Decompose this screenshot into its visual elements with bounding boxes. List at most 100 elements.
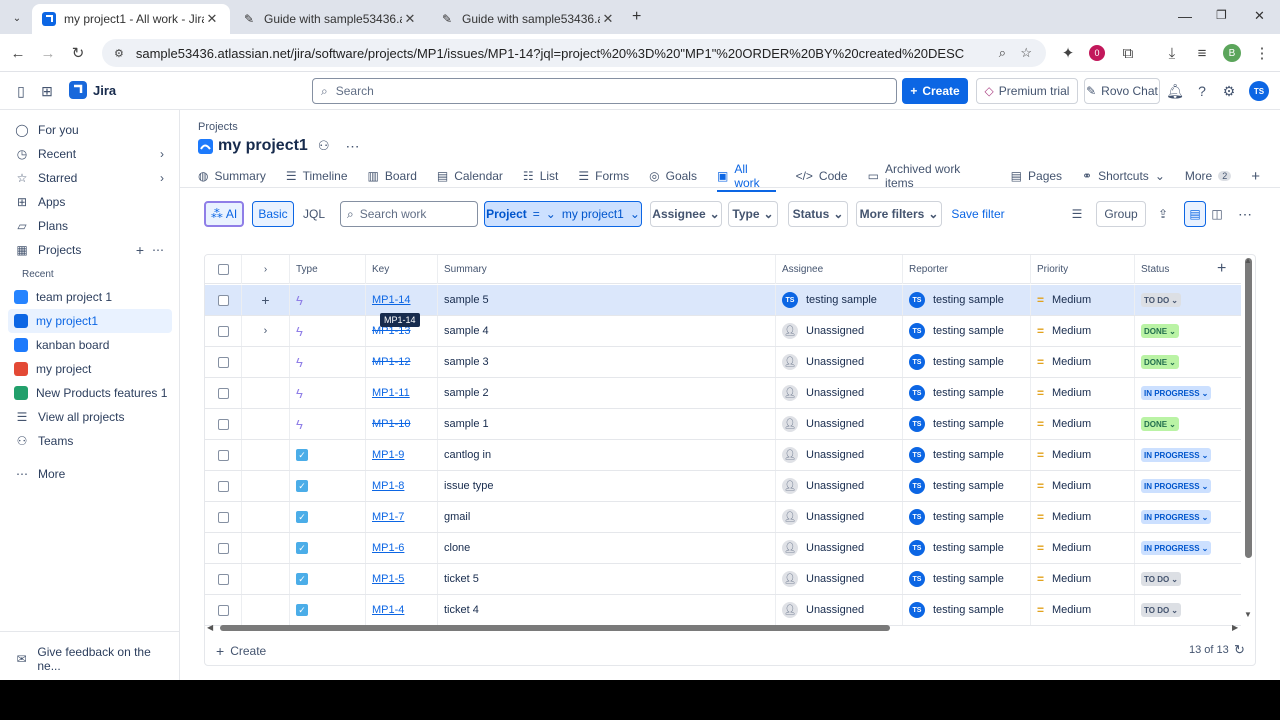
assignee-cell[interactable]: 👤︎ Unassigned: [775, 564, 902, 594]
team-icon[interactable]: ⚇: [318, 138, 330, 154]
reporter-cell[interactable]: TS testing sample: [902, 285, 1030, 315]
summary-cell[interactable]: cantlog in: [437, 440, 775, 470]
scroll-down-icon[interactable]: ▼: [1244, 610, 1252, 619]
priority-cell[interactable]: = Medium: [1030, 347, 1134, 377]
column-header-assignee[interactable]: Assignee: [775, 255, 902, 284]
priority-cell[interactable]: = Medium: [1030, 316, 1134, 346]
column-header-summary[interactable]: Summary: [437, 255, 775, 284]
row-select[interactable]: [205, 347, 241, 377]
priority-cell[interactable]: = Medium: [1030, 502, 1134, 532]
help-icon[interactable]: ?: [1193, 82, 1211, 100]
type-cell[interactable]: ϟ: [289, 347, 365, 377]
select-all-checkbox[interactable]: [205, 255, 241, 284]
priority-cell[interactable]: = Medium: [1030, 595, 1134, 625]
table-row[interactable]: ✓ MP1-5 ticket 5 👤︎ Unassigned TS testing samp…: [205, 564, 1241, 595]
assignee-cell[interactable]: 👤︎ Unassigned: [775, 471, 902, 501]
reporter-cell[interactable]: TS testing sample: [902, 595, 1030, 625]
status-dropdown[interactable]: IN PROGRESS ⌄: [1141, 510, 1212, 524]
type-cell[interactable]: ϟ: [289, 316, 365, 346]
assignee-cell[interactable]: 👤︎ Unassigned: [775, 347, 902, 377]
rovo-chat-button[interactable]: ✎ Rovo Chat: [1084, 78, 1160, 104]
more-actions-icon[interactable]: ⋯: [1234, 201, 1256, 227]
priority-cell[interactable]: = Medium: [1030, 440, 1134, 470]
summary-cell[interactable]: ticket 5: [437, 564, 775, 594]
close-icon[interactable]: ✕: [402, 11, 418, 27]
expand-all-icon[interactable]: ›: [241, 255, 289, 284]
sidebar-project-new-products[interactable]: New Products features 1: [8, 381, 172, 405]
reporter-cell[interactable]: TS testing sample: [902, 440, 1030, 470]
table-row[interactable]: ✓ MP1-9 cantlog in 👤︎ Unassigned TS testing sa…: [205, 440, 1241, 471]
group-button[interactable]: Group: [1096, 201, 1146, 227]
table-row[interactable]: ✓ MP1-8 issue type 👤︎ Unassigned TS testing sa…: [205, 471, 1241, 502]
summary-cell[interactable]: clone: [437, 533, 775, 563]
reporter-cell[interactable]: TS testing sample: [902, 378, 1030, 408]
browser-tab-active[interactable]: my project1 - All work - Jira ✕: [32, 4, 230, 34]
issue-key-link[interactable]: MP1-6: [372, 542, 404, 554]
column-header-type[interactable]: Type: [289, 255, 365, 284]
vertical-scrollbar[interactable]: [1245, 258, 1252, 558]
more-actions-icon[interactable]: ⋯: [345, 138, 359, 155]
add-tab-icon[interactable]: +: [1251, 164, 1260, 188]
sidebar-project-my-project1[interactable]: my project1: [8, 309, 172, 333]
issue-key-link[interactable]: MP1-9: [372, 449, 404, 461]
back-icon[interactable]: ←: [8, 43, 28, 63]
status-dropdown[interactable]: DONE ⌄: [1141, 324, 1179, 338]
download-icon[interactable]: ⤓: [1162, 43, 1182, 63]
forward-icon[interactable]: →: [38, 43, 58, 63]
drag-handle-icon[interactable]: ⠿: [205, 295, 206, 306]
assignee-cell[interactable]: 👤︎ Unassigned: [775, 409, 902, 439]
priority-cell[interactable]: = Medium: [1030, 285, 1134, 315]
tab-board[interactable]: ▥ Board: [368, 164, 417, 188]
url-field[interactable]: ⚙ sample53436.atlassian.net/jira/softwar…: [102, 39, 1046, 67]
tab-shortcuts[interactable]: ⚭ Shortcuts ⌄: [1082, 164, 1165, 188]
sidebar-item-recent[interactable]: ◷ Recent ›: [8, 142, 172, 166]
priority-cell[interactable]: = Medium: [1030, 564, 1134, 594]
sidebar-project-my-project[interactable]: my project: [8, 357, 172, 381]
row-select[interactable]: [205, 378, 241, 408]
add-project-icon[interactable]: +: [136, 242, 144, 258]
row-select[interactable]: [205, 440, 241, 470]
tab-more[interactable]: More 2: [1185, 164, 1232, 188]
ai-button[interactable]: ⁂ AI: [204, 201, 244, 227]
project-filter[interactable]: Project = ⌄ my project1 ⌄: [484, 201, 642, 227]
status-dropdown[interactable]: IN PROGRESS ⌄: [1141, 541, 1212, 555]
add-child-icon[interactable]: +: [261, 292, 269, 308]
extension-icon[interactable]: ✦: [1058, 43, 1078, 63]
column-header-reporter[interactable]: Reporter: [902, 255, 1030, 284]
priority-cell[interactable]: = Medium: [1030, 378, 1134, 408]
type-cell[interactable]: ✓: [289, 595, 365, 625]
tab-list[interactable]: ☷ List: [523, 164, 558, 188]
horizontal-scrollbar[interactable]: [220, 625, 890, 631]
filter-lines-icon[interactable]: ☰: [1066, 201, 1088, 227]
type-cell[interactable]: ✓: [289, 564, 365, 594]
scroll-right-icon[interactable]: ▶: [1232, 623, 1238, 632]
refresh-icon[interactable]: ↻: [1234, 642, 1245, 658]
window-close-icon[interactable]: ✕: [1254, 8, 1265, 24]
table-row[interactable]: ✓ MP1-4 ticket 4 👤︎ Unassigned TS testing samp…: [205, 595, 1241, 626]
sidebar-item-for-you[interactable]: ◯ For you: [8, 118, 172, 142]
summary-cell[interactable]: sample 3: [437, 347, 775, 377]
summary-cell[interactable]: sample 1: [437, 409, 775, 439]
zoom-icon[interactable]: ⌕: [999, 45, 1006, 61]
summary-cell[interactable]: gmail: [437, 502, 775, 532]
table-row[interactable]: › ϟ MP1-13 sample 4 👤︎ Unassigned TS testing sa…: [205, 316, 1241, 347]
sidebar-item-plans[interactable]: ▱ Plans: [8, 214, 172, 238]
tab-forms[interactable]: ☰ Forms: [578, 164, 629, 188]
media-icon[interactable]: ≡: [1192, 43, 1212, 63]
reporter-cell[interactable]: TS testing sample: [902, 564, 1030, 594]
tab-timeline[interactable]: ☰ Timeline: [286, 164, 348, 188]
sidebar-toggle-icon[interactable]: ▯: [12, 82, 30, 100]
more-filters-button[interactable]: More filters ⌄: [856, 201, 942, 227]
column-header-priority[interactable]: Priority: [1030, 255, 1134, 284]
scroll-left-icon[interactable]: ◀: [207, 623, 213, 632]
row-select[interactable]: [205, 316, 241, 346]
breadcrumb[interactable]: Projects: [198, 121, 238, 133]
footer-create-button[interactable]: + Create: [216, 643, 266, 659]
sidebar-item-more[interactable]: ⋯ More: [8, 462, 172, 486]
status-dropdown[interactable]: IN PROGRESS ⌄: [1141, 479, 1212, 493]
tab-code[interactable]: </> Code: [796, 164, 848, 188]
sidebar-item-starred[interactable]: ☆ Starred ›: [8, 166, 172, 190]
more-icon[interactable]: ⋯: [152, 243, 164, 257]
sidebar-item-apps[interactable]: ⊞ Apps: [8, 190, 172, 214]
reporter-cell[interactable]: TS testing sample: [902, 347, 1030, 377]
